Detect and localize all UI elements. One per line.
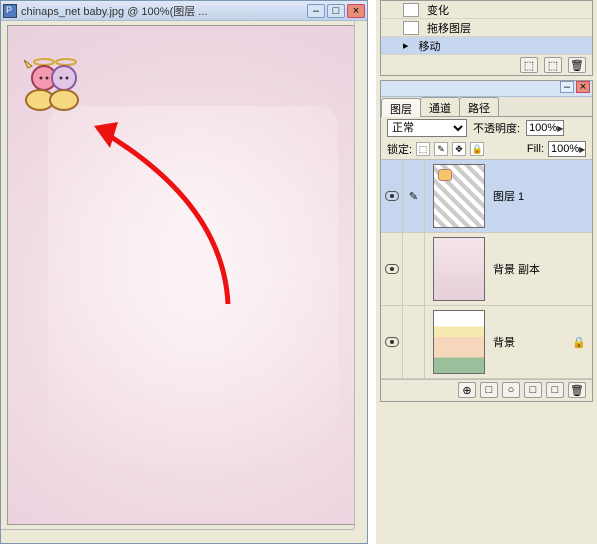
- panel-minimize-button[interactable]: –: [560, 81, 574, 93]
- layer-thumbnail[interactable]: [433, 310, 485, 374]
- chevron-right-icon: ▶: [557, 124, 563, 133]
- chevron-right-icon: ▶: [579, 145, 585, 154]
- history-item[interactable]: ▸ 移动: [381, 37, 592, 55]
- eye-icon: [385, 337, 399, 347]
- titlebar[interactable]: chinaps_net baby.jpg @ 100%(图层 ... – □ ×: [1, 1, 367, 21]
- delete-layer-button[interactable]: 🗑: [568, 382, 586, 398]
- history-footer: ⬚ ⬚ 🗑: [381, 55, 592, 75]
- panels-column: 变化 拖移图层 ▸ 移动 ⬚ ⬚ 🗑 – × 图层 通道 路径 正常: [376, 0, 597, 544]
- lock-row: 锁定: ⬚ ✎ ✥ 🔒 Fill: 100%▶: [381, 139, 592, 159]
- layer-name[interactable]: 背景: [493, 334, 572, 350]
- opacity-label: 不透明度:: [473, 120, 520, 136]
- blend-mode-select[interactable]: 正常: [387, 119, 467, 137]
- visibility-toggle[interactable]: [381, 160, 403, 232]
- document-window: chinaps_net baby.jpg @ 100%(图层 ... – □ ×: [0, 0, 368, 544]
- panel-close-button[interactable]: ×: [576, 81, 590, 93]
- adjust-layer-button[interactable]: □: [524, 382, 542, 398]
- tab-layers[interactable]: 图层: [381, 98, 421, 117]
- new-doc-button[interactable]: ⬚: [544, 57, 562, 73]
- new-layer-button[interactable]: □: [546, 382, 564, 398]
- link-toggle[interactable]: ✎: [403, 160, 425, 232]
- trash-button[interactable]: 🗑: [568, 57, 586, 73]
- maximize-button[interactable]: □: [327, 4, 345, 18]
- layer-row[interactable]: 背景 副本: [381, 233, 592, 306]
- angel-sticker: [22, 54, 86, 116]
- blend-row: 正常 不透明度: 100%▶: [381, 117, 592, 139]
- eye-icon: [385, 191, 399, 201]
- lock-transparent-icon[interactable]: ⬚: [416, 142, 430, 156]
- app-icon: [3, 4, 17, 18]
- vertical-scrollbar[interactable]: [354, 21, 367, 529]
- annotation-arrow: [88, 114, 248, 314]
- layer-name[interactable]: 图层 1: [493, 188, 592, 204]
- history-label: 拖移图层: [427, 20, 471, 36]
- eye-icon: [385, 264, 399, 274]
- window-title: chinaps_net baby.jpg @ 100%(图层 ...: [21, 3, 307, 19]
- layer-thumbnail[interactable]: [433, 164, 485, 228]
- new-snapshot-button[interactable]: ⬚: [520, 57, 538, 73]
- layer-name[interactable]: 背景 副本: [493, 261, 592, 277]
- link-toggle[interactable]: [403, 233, 425, 305]
- visibility-toggle[interactable]: [381, 233, 403, 305]
- panel-titlebar[interactable]: – ×: [381, 81, 592, 97]
- link-toggle[interactable]: [403, 306, 425, 378]
- move-icon: ▸: [403, 39, 409, 52]
- history-thumb-icon: [403, 3, 419, 17]
- lock-pixels-icon[interactable]: ✎: [434, 142, 448, 156]
- layers-footer: ⊕ □ ○ □ □ 🗑: [381, 379, 592, 401]
- lock-icon: 🔒: [572, 336, 586, 349]
- history-item[interactable]: 拖移图层: [381, 19, 592, 37]
- history-label: 移动: [419, 38, 441, 54]
- layers-panel: – × 图层 通道 路径 正常 不透明度: 100%▶ 锁定: ⬚ ✎ ✥ 🔒 …: [380, 80, 593, 402]
- fill-label: Fill:: [527, 143, 544, 155]
- layer-mask-button[interactable]: □: [480, 382, 498, 398]
- history-item[interactable]: 变化: [381, 1, 592, 19]
- layer-row[interactable]: ✎ 图层 1: [381, 160, 592, 233]
- canvas[interactable]: [7, 25, 359, 525]
- history-panel: 变化 拖移图层 ▸ 移动 ⬚ ⬚ 🗑: [380, 0, 593, 76]
- close-button[interactable]: ×: [347, 4, 365, 18]
- sticker-spot: [438, 169, 452, 181]
- new-set-button[interactable]: ○: [502, 382, 520, 398]
- layer-thumbnail[interactable]: [433, 237, 485, 301]
- layer-row[interactable]: 背景 🔒: [381, 306, 592, 379]
- panel-tabs: 图层 通道 路径: [381, 97, 592, 117]
- layer-style-button[interactable]: ⊕: [458, 382, 476, 398]
- lock-label: 锁定:: [387, 141, 412, 157]
- minimize-button[interactable]: –: [307, 4, 325, 18]
- opacity-input[interactable]: 100%▶: [526, 120, 564, 136]
- tab-channels[interactable]: 通道: [420, 97, 460, 116]
- lock-position-icon[interactable]: ✥: [452, 142, 466, 156]
- history-thumb-icon: [403, 21, 419, 35]
- layer-list: ✎ 图层 1 背景 副本 背景 🔒: [381, 159, 592, 379]
- lock-all-icon[interactable]: 🔒: [470, 142, 484, 156]
- visibility-toggle[interactable]: [381, 306, 403, 378]
- horizontal-scrollbar[interactable]: [1, 529, 354, 543]
- history-label: 变化: [427, 2, 449, 18]
- fill-input[interactable]: 100%▶: [548, 141, 586, 157]
- tab-paths[interactable]: 路径: [459, 97, 499, 116]
